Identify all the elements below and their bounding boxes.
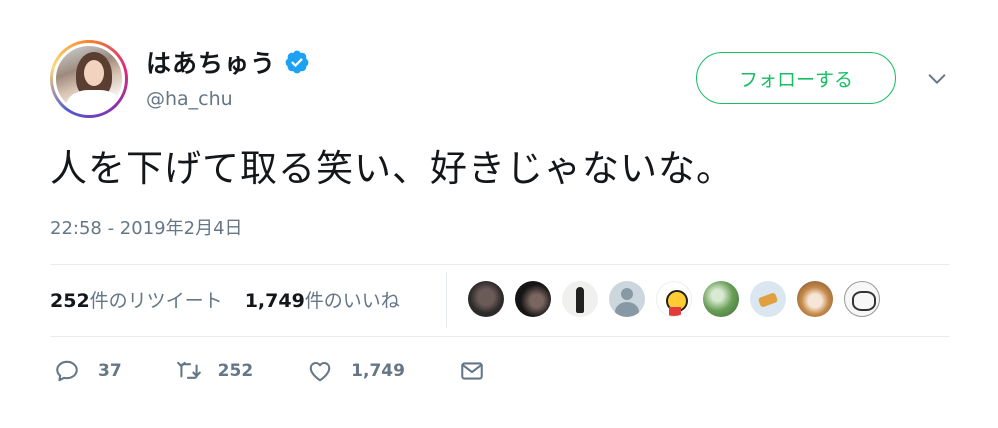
liker-avatar[interactable] bbox=[844, 281, 880, 317]
tweet-actions: 37 252 1,749 bbox=[54, 358, 539, 384]
retweet-count: 252 bbox=[217, 361, 254, 381]
like-button[interactable]: 1,749 bbox=[307, 358, 405, 384]
liker-avatars bbox=[468, 281, 891, 317]
retweets-label: 件のリツイート bbox=[89, 290, 223, 312]
like-count: 1,749 bbox=[351, 361, 405, 381]
retweets-count: 252 bbox=[50, 290, 90, 312]
engagement-stats: 252件のリツイート 1,749件のいいね bbox=[50, 286, 400, 313]
liker-avatar[interactable] bbox=[468, 281, 504, 317]
retweet-button[interactable]: 252 bbox=[176, 358, 254, 384]
direct-message-button[interactable] bbox=[459, 358, 485, 384]
user-handle[interactable]: @ha_chu bbox=[146, 88, 233, 110]
retweets-stat[interactable]: 252件のリツイート bbox=[50, 286, 223, 313]
avatar[interactable] bbox=[50, 40, 128, 118]
verified-badge-icon bbox=[285, 50, 309, 74]
reply-icon bbox=[56, 360, 78, 382]
retweet-icon bbox=[176, 361, 201, 379]
likes-stat[interactable]: 1,749件のいいね bbox=[245, 286, 400, 313]
reply-count: 37 bbox=[98, 361, 122, 381]
tweet-card: はあちゅう @ha_chu フォローする 人を下げて取る笑い、好きじゃないな。 … bbox=[0, 0, 998, 428]
tweet-text: 人を下げて取る笑い、好きじゃないな。 bbox=[50, 147, 734, 190]
liker-avatar-default[interactable] bbox=[609, 281, 645, 317]
liker-avatar[interactable] bbox=[703, 281, 739, 317]
likes-count: 1,749 bbox=[244, 290, 305, 312]
liker-avatar[interactable] bbox=[656, 281, 692, 317]
like-heart-icon bbox=[309, 361, 331, 382]
display-name[interactable]: はあちゅう bbox=[146, 44, 276, 80]
liker-avatar[interactable] bbox=[750, 281, 786, 317]
stats-divider-top bbox=[50, 264, 950, 265]
stats-separator bbox=[446, 272, 447, 328]
chevron-down-icon[interactable] bbox=[926, 68, 948, 90]
author-name-row: はあちゅう bbox=[146, 44, 310, 80]
liker-avatar[interactable] bbox=[797, 281, 833, 317]
tweet-timestamp[interactable]: 22:58 - 2019年2月4日 bbox=[50, 214, 243, 240]
liker-avatar[interactable] bbox=[562, 281, 598, 317]
follow-button[interactable]: フォローする bbox=[696, 52, 896, 104]
reply-button[interactable]: 37 bbox=[54, 358, 122, 384]
stats-divider-bottom bbox=[50, 336, 950, 337]
likes-label: 件のいいね bbox=[304, 290, 400, 312]
liker-avatar[interactable] bbox=[515, 281, 551, 317]
direct-message-icon bbox=[461, 362, 483, 380]
